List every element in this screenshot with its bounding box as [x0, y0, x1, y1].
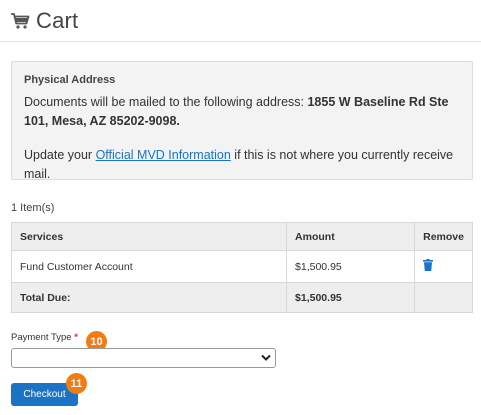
chevron-down-icon [261, 354, 271, 361]
required-marker: * [74, 332, 78, 343]
table-row: Fund Customer Account $1,500.95 [10, 250, 473, 283]
cart-table: Services Amount Remove Fund Customer Acc… [10, 222, 473, 313]
payment-type-select[interactable] [11, 348, 276, 368]
total-row: Total Due: $1,500.95 [10, 282, 473, 313]
address-text-prefix: Documents will be mailed to the followin… [24, 95, 308, 109]
payment-type-text: Payment Type [11, 332, 72, 343]
page-header: Cart [10, 6, 78, 36]
service-amount[interactable]: $1,500.95 [286, 250, 416, 283]
item-count: 1 Item(s) [11, 202, 55, 214]
step-badge-11: 11 [66, 373, 87, 394]
total-value: $1,500.95 [286, 282, 416, 313]
official-mvd-info-link[interactable]: Official MVD Information [96, 148, 231, 162]
address-update-note: Update your Official MVD Information if … [24, 146, 460, 184]
services-column-header: Services [10, 222, 288, 251]
total-label: Total Due: [10, 282, 288, 313]
update-prefix: Update your [24, 148, 96, 162]
table-header-row: Services Amount Remove [10, 222, 473, 251]
total-empty-cell [414, 282, 473, 313]
address-heading: Physical Address [24, 74, 116, 86]
remove-column-header: Remove [414, 222, 473, 251]
cart-icon [11, 13, 30, 29]
page-title: Cart [36, 8, 79, 33]
physical-address-panel: Physical Address Documents will be maile… [11, 61, 473, 181]
service-name: Fund Customer Account [10, 250, 288, 283]
amount-column-header: Amount [286, 222, 416, 251]
header-divider [0, 41, 481, 42]
payment-type-label: Payment Type * [11, 332, 78, 343]
trash-icon[interactable] [423, 259, 434, 271]
address-text: Documents will be mailed to the followin… [24, 93, 460, 131]
remove-cell [414, 250, 473, 283]
